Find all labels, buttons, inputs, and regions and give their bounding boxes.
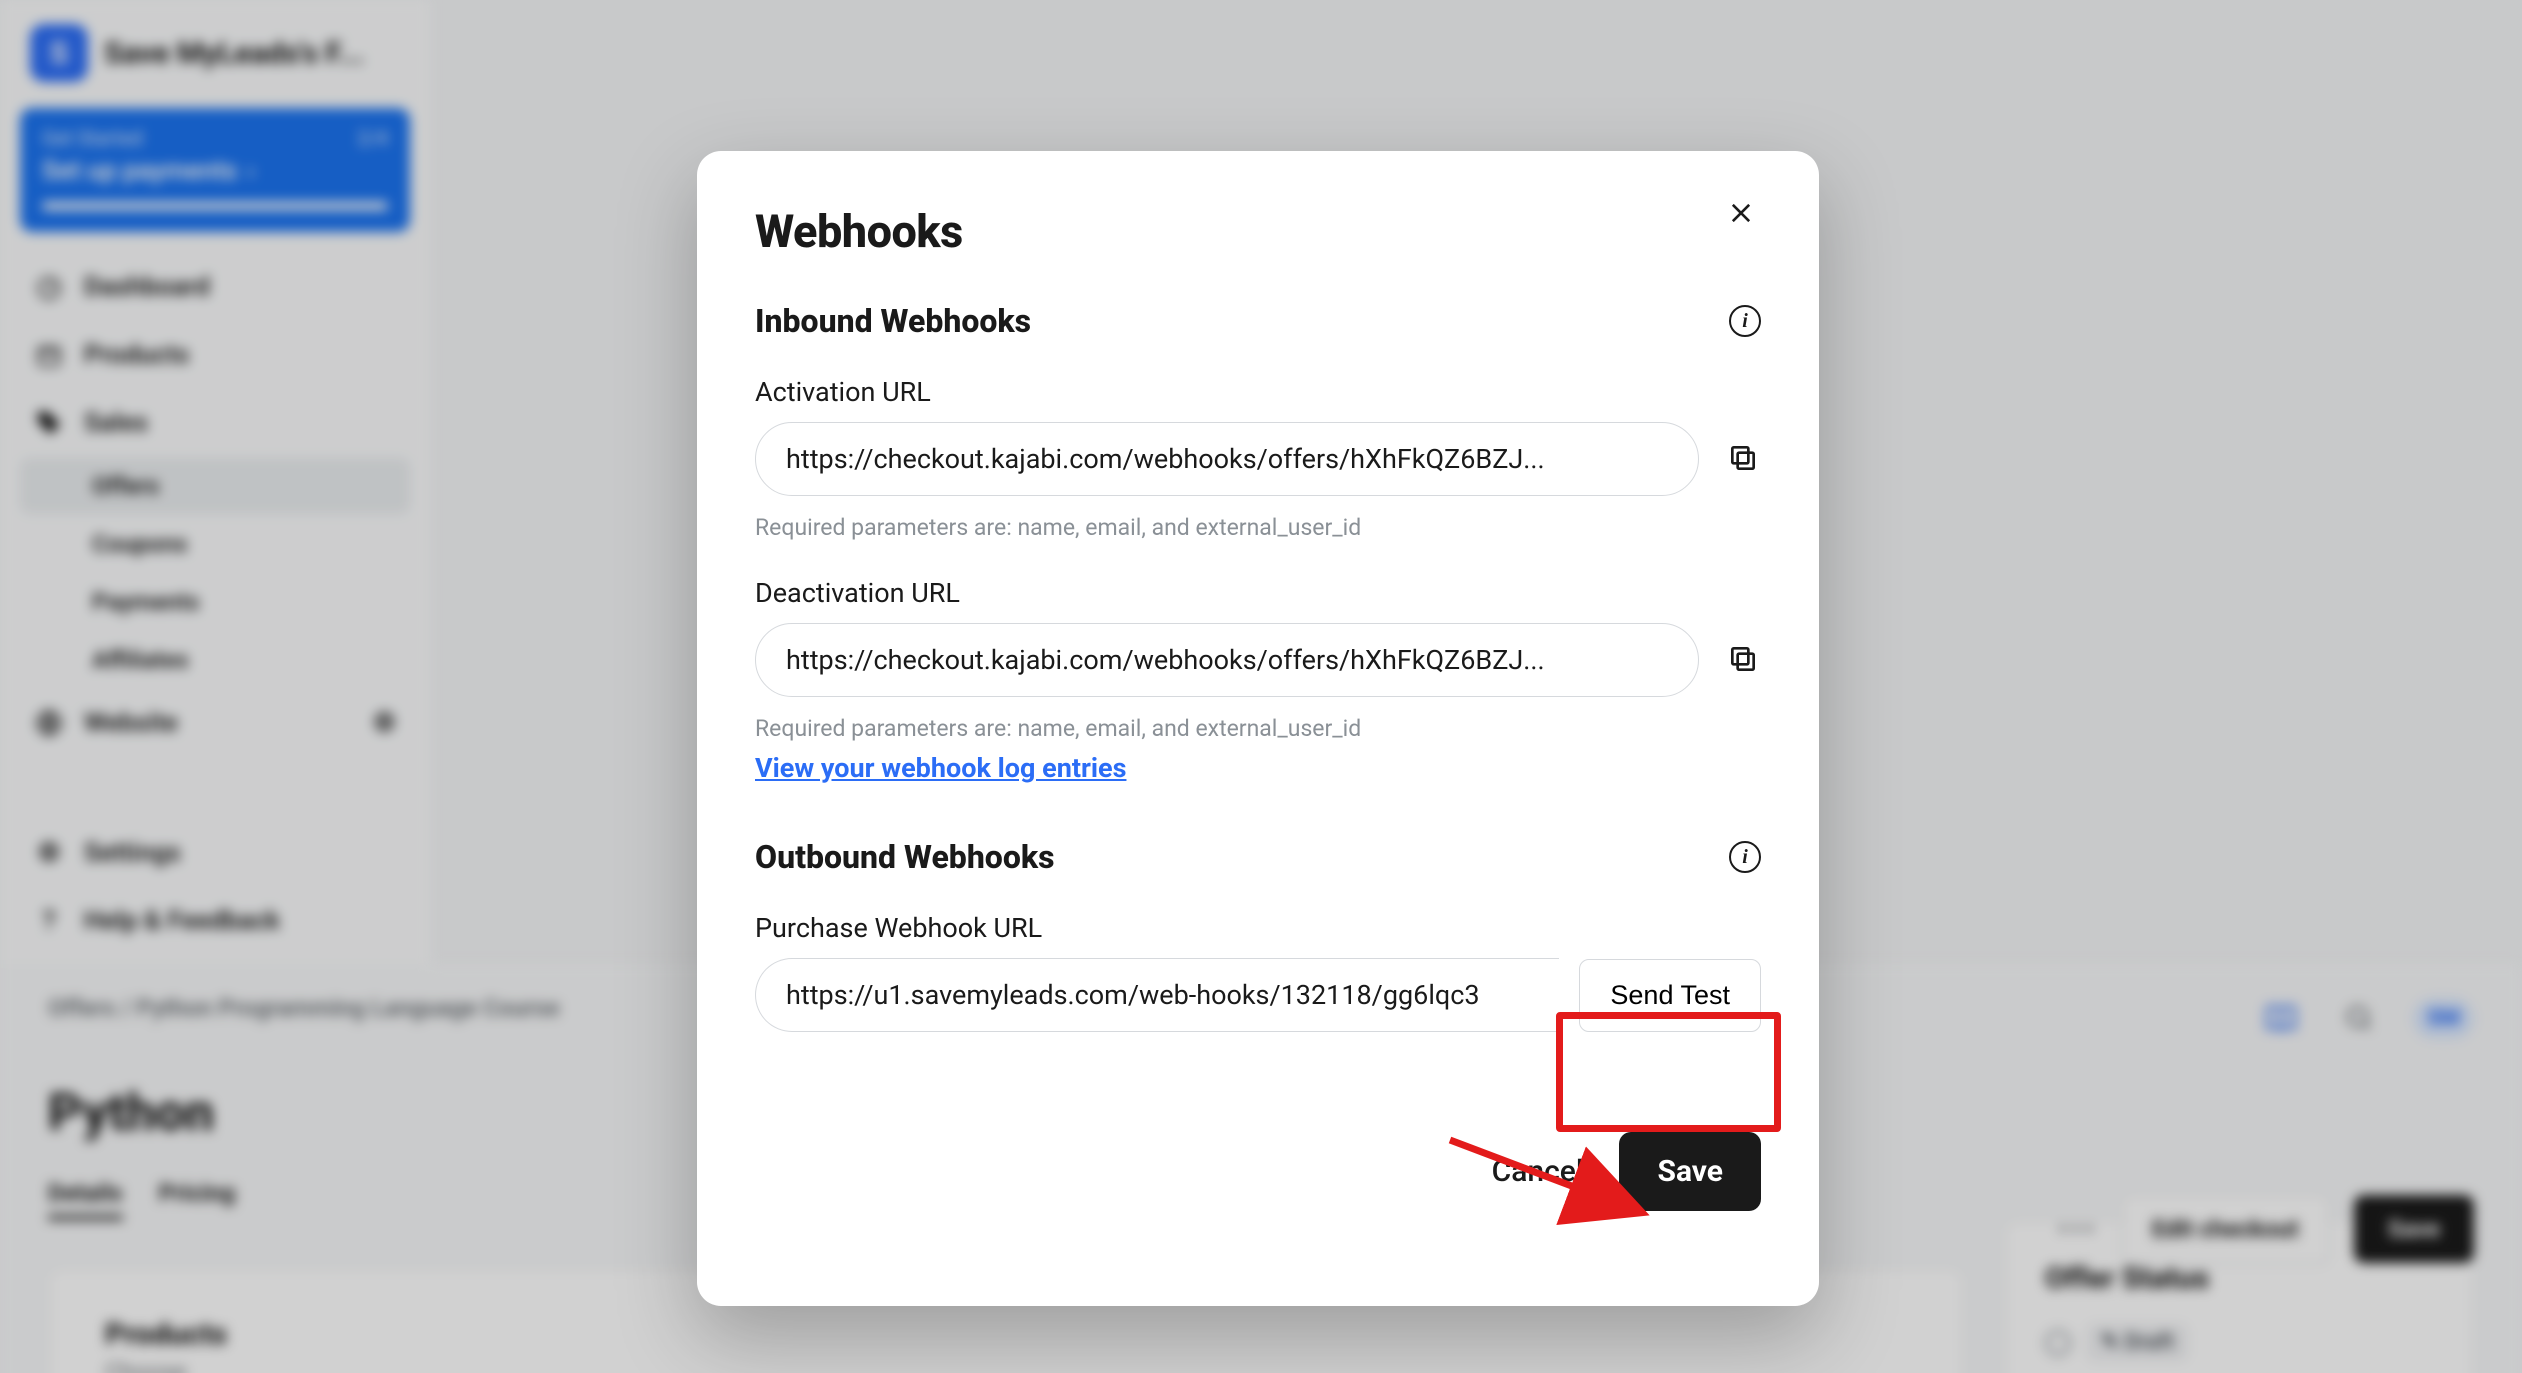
modal-save-button[interactable]: Save xyxy=(1619,1132,1761,1211)
copy-icon xyxy=(1727,442,1759,474)
webhook-log-link[interactable]: View your webhook log entries xyxy=(755,752,1126,784)
inbound-title: Inbound Webhooks xyxy=(755,302,1031,340)
close-button[interactable] xyxy=(1727,199,1765,237)
deactivation-url-input[interactable]: https://checkout.kajabi.com/webhooks/off… xyxy=(755,623,1699,697)
activation-url-input[interactable]: https://checkout.kajabi.com/webhooks/off… xyxy=(755,422,1699,496)
info-icon[interactable]: i xyxy=(1729,305,1761,337)
send-test-button[interactable]: Send Test xyxy=(1579,959,1761,1032)
webhooks-modal: Webhooks Inbound Webhooks i Activation U… xyxy=(697,151,1819,1306)
copy-icon xyxy=(1727,643,1759,675)
info-icon[interactable]: i xyxy=(1729,841,1761,873)
purchase-url-input[interactable]: https://u1.savemyleads.com/web-hooks/132… xyxy=(755,958,1559,1032)
cancel-button[interactable]: Cancel xyxy=(1492,1154,1584,1189)
close-icon xyxy=(1727,199,1755,227)
activation-url-label: Activation URL xyxy=(755,376,1761,408)
copy-button[interactable] xyxy=(1727,643,1761,677)
copy-button[interactable] xyxy=(1727,442,1761,476)
deactivation-url-label: Deactivation URL xyxy=(755,577,1761,609)
deactivation-hint: Required parameters are: name, email, an… xyxy=(755,715,1761,742)
activation-hint: Required parameters are: name, email, an… xyxy=(755,514,1761,541)
outbound-title: Outbound Webhooks xyxy=(755,838,1055,876)
purchase-url-label: Purchase Webhook URL xyxy=(755,912,1761,944)
modal-title: Webhooks xyxy=(755,205,1761,258)
